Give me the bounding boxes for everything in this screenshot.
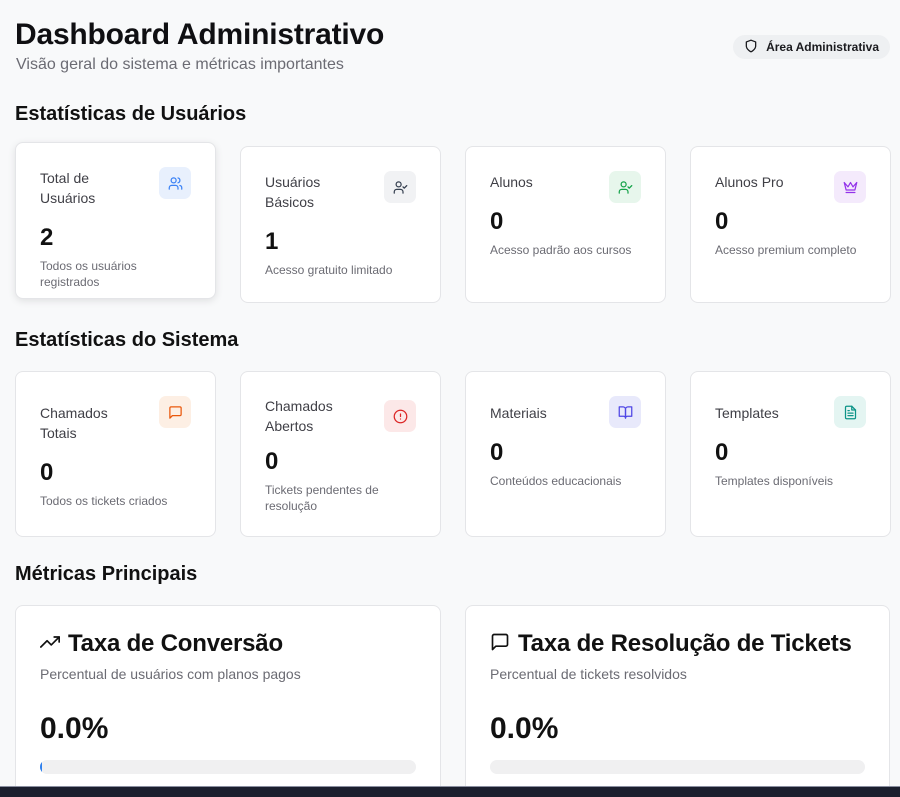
metric-card-header: Taxa de Conversão	[40, 630, 416, 658]
metric-card-value: 0.0%	[40, 712, 109, 745]
stat-card-description: Conteúdos educacionais	[490, 474, 622, 488]
stat-card-value: 1	[265, 228, 279, 255]
page-title: Dashboard Administrativo	[15, 18, 385, 51]
main-metrics-section-title: Métricas Principais	[15, 563, 198, 585]
alert-circle-icon	[384, 400, 416, 432]
metric-progress-bar	[490, 760, 865, 774]
user-check-icon	[384, 171, 416, 203]
stat-card-label: Materiais	[490, 405, 547, 421]
stat-card-usuarios-basicos: Usuários Básicos 1 Acesso gratuito limitad…	[240, 146, 441, 303]
stat-card-total-de-usuarios: Total de Usuários 2 Todos os usuários regi…	[15, 142, 216, 299]
admin-badge-label: Área Administrativa	[766, 40, 879, 54]
metric-card-header: Taxa de Resolução de Tickets	[490, 630, 865, 658]
stat-card-description: Acesso gratuito limitado	[265, 263, 393, 277]
dashboard-page: Dashboard Administrativo Visão geral do …	[15, 0, 891, 797]
bottom-taskbar	[0, 786, 900, 797]
metric-card-title: Taxa de Conversão	[68, 630, 283, 657]
stat-card-value: 0	[490, 439, 504, 466]
stat-card-label: Usuários Básicos	[265, 174, 321, 210]
stat-card-label: Templates	[715, 405, 779, 421]
stat-card-value: 0	[715, 439, 729, 466]
crown-icon	[834, 171, 866, 203]
stat-card-value: 0	[265, 448, 279, 475]
stat-card-chamados-abertos: Chamados Abertos 0 Tickets pendentes de re…	[240, 371, 441, 537]
system-stats-section-title: Estatísticas do Sistema	[15, 329, 239, 351]
metric-progress-fill	[40, 760, 42, 774]
stat-card-value: 0	[490, 208, 504, 235]
stat-card-alunos: Alunos 0 Acesso padrão aos cursos	[465, 146, 666, 303]
admin-area-badge: Área Administrativa	[733, 35, 890, 59]
stat-card-templates: Templates 0 Templates disponíveis	[690, 371, 891, 537]
message-square-icon	[490, 632, 510, 657]
main-metrics-grid: Taxa de Conversão Percentual de usuários …	[15, 605, 890, 797]
stat-card-label: Chamados Totais	[40, 405, 108, 441]
metric-progress-bar	[40, 760, 416, 774]
shield-icon	[744, 39, 758, 56]
stat-card-alunos-pro: Alunos Pro 0 Acesso premium completo	[690, 146, 891, 303]
metric-card-description: Percentual de usuários com planos pagos	[40, 666, 301, 682]
page-header: Dashboard Administrativo Visão geral do …	[15, 0, 890, 100]
stat-card-materiais: Materiais 0 Conteúdos educacionais	[465, 371, 666, 537]
metric-card-description: Percentual de tickets resolvidos	[490, 666, 687, 682]
stat-card-description: Acesso padrão aos cursos	[490, 243, 632, 257]
user-stats-section-title: Estatísticas de Usuários	[15, 103, 247, 125]
stat-card-description: Acesso premium completo	[715, 243, 857, 257]
stat-card-value: 0	[40, 459, 54, 486]
stat-card-label: Total de Usuários	[40, 170, 96, 206]
file-text-icon	[834, 396, 866, 428]
stat-card-description: Todos os usuários registrados	[40, 259, 137, 289]
user-stats-grid: Total de Usuários 2 Todos os usuários regi…	[15, 142, 891, 303]
page-subtitle: Visão geral do sistema e métricas import…	[16, 56, 344, 73]
metric-card-title: Taxa de Resolução de Tickets	[518, 630, 852, 657]
book-open-icon	[609, 396, 641, 428]
stat-card-label: Alunos Pro	[715, 174, 784, 190]
stat-card-description: Templates disponíveis	[715, 474, 834, 488]
trending-up-icon	[40, 632, 61, 657]
stat-card-chamados-totais: Chamados Totais 0 Todos os tickets criados	[15, 371, 216, 537]
stat-card-description: Todos os tickets criados	[40, 494, 168, 508]
message-square-icon	[159, 396, 191, 428]
stat-card-label: Alunos	[490, 174, 533, 190]
stat-card-label: Chamados Abertos	[265, 398, 333, 434]
user-check-icon	[609, 171, 641, 203]
metric-card-taxa-de-conversao: Taxa de Conversão Percentual de usuários …	[15, 605, 441, 797]
stat-card-value: 2	[40, 224, 54, 251]
system-stats-grid: Chamados Totais 0 Todos os tickets criados…	[15, 371, 891, 537]
metric-card-taxa-de-resolucao-de-tickets: Taxa de Resolução de Tickets Percentual d…	[465, 605, 890, 797]
metric-card-value: 0.0%	[490, 712, 559, 745]
users-icon	[159, 167, 191, 199]
stat-card-value: 0	[715, 208, 729, 235]
stat-card-description: Tickets pendentes de resolução	[265, 483, 379, 513]
